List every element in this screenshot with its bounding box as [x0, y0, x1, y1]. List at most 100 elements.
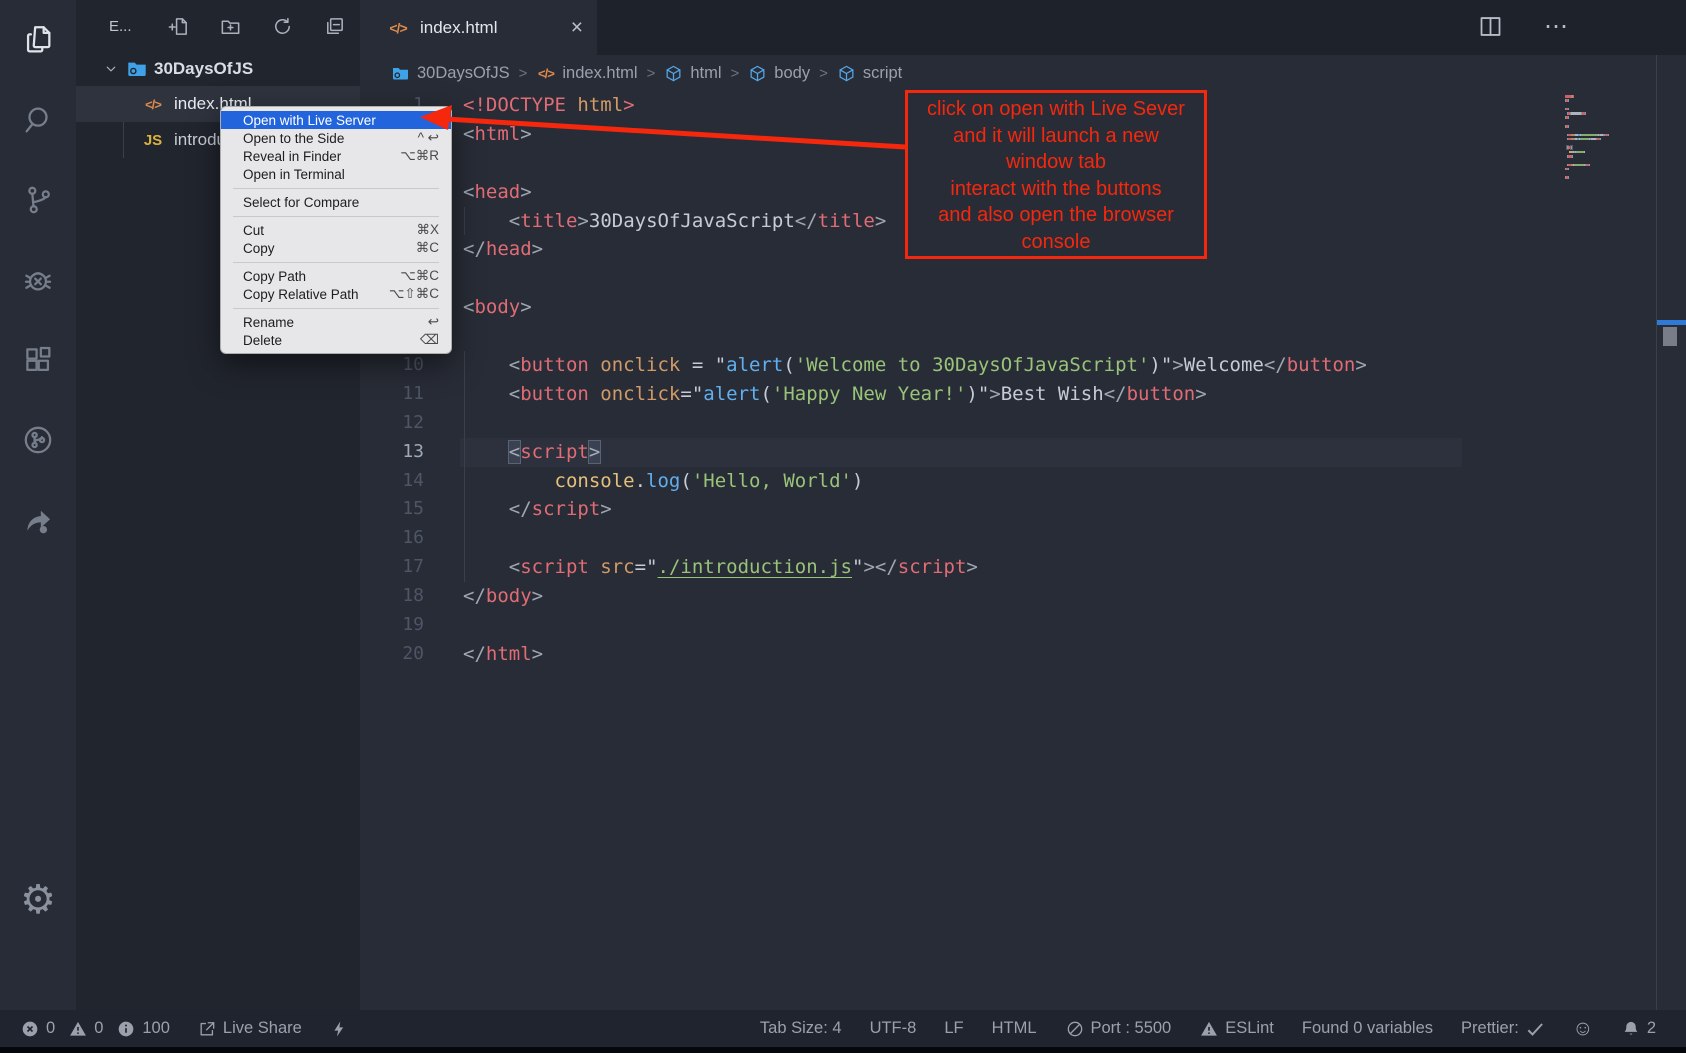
code-line-content: </body> — [463, 582, 543, 611]
code-line-18[interactable]: 18</body> — [360, 582, 1686, 611]
lightning-icon — [329, 1019, 349, 1039]
folder-row-30daysofjs[interactable]: 30DaysOfJS — [76, 52, 360, 86]
status-lightning[interactable] — [329, 1019, 349, 1039]
activity-run-debug[interactable] — [0, 240, 76, 320]
menu-item-delete[interactable]: Delete⌫ — [221, 331, 451, 349]
status-100[interactable]: 100 — [116, 1019, 170, 1039]
status-live-share[interactable]: Live Share — [197, 1019, 302, 1039]
code-line-19[interactable]: 19 — [360, 611, 1686, 640]
breadcrumb-label: index.html — [562, 64, 637, 83]
activity-bar-top — [0, 0, 76, 860]
code-line-content: </script> — [463, 495, 612, 524]
status-eslint[interactable]: ESLint — [1199, 1019, 1274, 1039]
menu-item-label: Delete — [243, 333, 408, 348]
menu-item-label: Open to the Side — [243, 131, 406, 146]
minimap-line — [1565, 112, 1655, 115]
breadcrumb-script[interactable]: script — [837, 64, 902, 83]
slash-circle-icon — [1065, 1019, 1085, 1039]
activity-settings[interactable]: ⚙ — [0, 860, 76, 940]
breadcrumb-body[interactable]: body — [748, 64, 810, 83]
split-editor-icon[interactable] — [1477, 13, 1504, 40]
breadcrumb: 30DaysOfJS></>index.html>html>body>scrip… — [360, 55, 1686, 91]
activity-extensions[interactable] — [0, 320, 76, 400]
annotation-line: window tab — [908, 149, 1204, 176]
menu-item-reveal-in-finder[interactable]: Reveal in Finder⌥⌘R — [221, 147, 451, 165]
scrollbar-thumb[interactable] — [1663, 327, 1677, 346]
indent-guide — [464, 409, 465, 438]
code-line-12[interactable]: 12 — [360, 409, 1686, 438]
status-found-0-variables[interactable]: Found 0 variables — [1302, 1019, 1433, 1038]
menu-item-copy-path[interactable]: Copy Path⌥⌘C — [221, 267, 451, 285]
status-0[interactable]: 0 — [20, 1019, 55, 1039]
breadcrumb-html[interactable]: html — [664, 64, 721, 83]
status-label: Prettier: — [1461, 1019, 1519, 1038]
status-bar: 00 100 Live Share Tab Size: 4 UTF-8 LF HTML Po… — [0, 1010, 1686, 1047]
collapse-all-icon[interactable] — [323, 15, 346, 38]
code-line-11[interactable]: 11 <button onclick="alert('Happy New Yea… — [360, 380, 1686, 409]
breadcrumb-index-html[interactable]: </>index.html — [536, 64, 637, 83]
status-label: 100 — [142, 1019, 170, 1038]
minimap-line — [1565, 125, 1655, 128]
more-actions-icon[interactable]: ⋯ — [1544, 13, 1568, 40]
status-utf-8[interactable]: UTF-8 — [870, 1019, 917, 1038]
code-line-14[interactable]: 14 console.log('Hello, World') — [360, 467, 1686, 496]
menu-item-shortcut: ⌘X — [416, 222, 439, 238]
folder-icon — [391, 64, 410, 83]
vscode-window: { "activity_bar": { "items": [ {"name":"… — [0, 0, 1686, 1053]
code-line-16[interactable]: 16 — [360, 524, 1686, 553]
menu-item-rename[interactable]: Rename↩ — [221, 313, 451, 331]
menu-item-copy[interactable]: Copy⌘C — [221, 239, 451, 257]
line-number: 12 — [360, 409, 424, 438]
breadcrumb-separator: > — [519, 65, 528, 82]
status-smiley[interactable]: ☺ — [1573, 1019, 1593, 1039]
menu-item-copy-relative-path[interactable]: Copy Relative Path⌥⇧⌘C — [221, 285, 451, 303]
code-line-7[interactable]: 7 — [360, 264, 1686, 293]
editor-actions: ⋯ — [1477, 13, 1568, 40]
code-line-9[interactable]: 9 — [360, 322, 1686, 351]
new-file-icon[interactable] — [167, 15, 190, 38]
tab-label: index.html — [420, 18, 497, 38]
code-line-15[interactable]: 15 </script> — [360, 495, 1686, 524]
code-line-13[interactable]: 13 <script> — [360, 438, 1686, 467]
activity-live-share[interactable] — [0, 480, 76, 560]
annotation-line: click on open with Live Sever — [908, 96, 1204, 123]
minimap-line — [1565, 168, 1655, 171]
code-line-8[interactable]: 8<body> — [360, 293, 1686, 322]
close-icon[interactable]: × — [571, 17, 583, 38]
line-number: 16 — [360, 524, 424, 553]
menu-item-label: Select for Compare — [243, 195, 427, 210]
status-port-5500[interactable]: Port : 5500 — [1065, 1019, 1172, 1039]
minimap[interactable] — [1565, 95, 1655, 181]
code-line-20[interactable]: 20</html> — [360, 640, 1686, 669]
chevron-down-icon — [102, 60, 120, 78]
refresh-icon[interactable] — [271, 15, 294, 38]
activity-search[interactable] — [0, 80, 76, 160]
tab-index-html[interactable]: </> index.html × — [360, 0, 597, 55]
menu-item-open-with-live-server[interactable]: Open with Live Server — [221, 111, 451, 129]
menu-item-label: Rename — [243, 315, 416, 330]
status-2[interactable]: 2 — [1621, 1019, 1656, 1039]
minimap-line — [1565, 142, 1655, 145]
new-folder-icon[interactable] — [219, 15, 242, 38]
status-html[interactable]: HTML — [992, 1019, 1037, 1038]
menu-item-open-to-the-side[interactable]: Open to the Side^ ↩ — [221, 129, 451, 147]
menu-item-cut[interactable]: Cut⌘X — [221, 221, 451, 239]
activity-gitlens[interactable] — [0, 400, 76, 480]
menu-item-open-in-terminal[interactable]: Open in Terminal — [221, 165, 451, 183]
code-line-17[interactable]: 17 <script src="./introduction.js"></scr… — [360, 553, 1686, 582]
status-prettier[interactable]: Prettier: — [1461, 1019, 1545, 1039]
minimap-line — [1565, 108, 1655, 111]
activity-explorer[interactable] — [0, 0, 76, 80]
status-tab-size-4[interactable]: Tab Size: 4 — [760, 1019, 842, 1038]
line-number: 17 — [360, 553, 424, 582]
gear-icon: ⚙ — [21, 883, 55, 917]
status-lf[interactable]: LF — [944, 1019, 963, 1038]
status-0[interactable]: 0 — [68, 1019, 103, 1039]
breadcrumb-30daysofjs[interactable]: 30DaysOfJS — [391, 64, 510, 83]
breadcrumb-label: body — [774, 64, 810, 83]
menu-separator — [233, 188, 439, 189]
menu-item-select-for-compare[interactable]: Select for Compare — [221, 193, 451, 211]
activity-source-control[interactable] — [0, 160, 76, 240]
overview-ruler-marker — [1657, 320, 1686, 325]
code-line-10[interactable]: 10 <button onclick = "alert('Welcome to … — [360, 351, 1686, 380]
